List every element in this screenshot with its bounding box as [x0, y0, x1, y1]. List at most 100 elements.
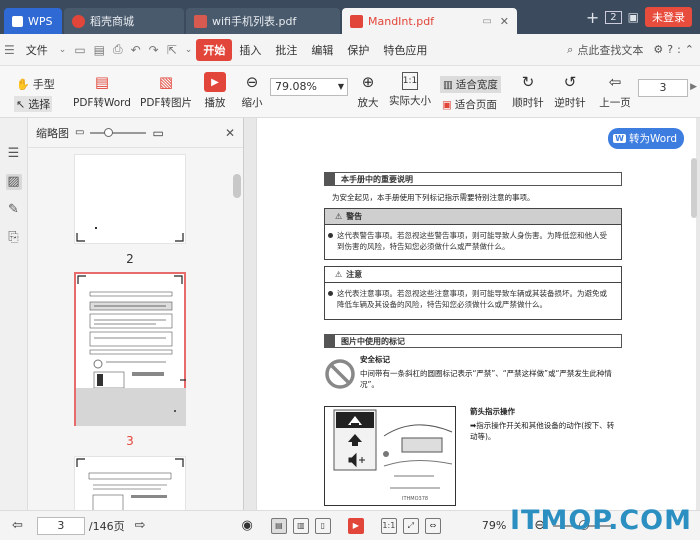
zoom-in-button[interactable]: ⊕ 放大	[356, 72, 380, 110]
pdf-to-image-button[interactable]: ▧ PDF转图片	[140, 72, 192, 110]
book-view-icon[interactable]: ▯	[314, 517, 331, 534]
caution-header: ⚠ 注意	[325, 267, 621, 283]
arrow-left-icon: ⇦	[608, 73, 622, 91]
thumbnail-page-2[interactable]	[74, 154, 186, 244]
arrow-left-icon[interactable]: ⇦	[12, 518, 23, 533]
hand-tool[interactable]: ✋ 手型	[16, 76, 55, 92]
ribbon-scroll-right-icon[interactable]: ▶	[690, 82, 697, 92]
fit-width-icon[interactable]: ⇔	[424, 517, 441, 534]
arrow-right-icon[interactable]: ⇨	[135, 518, 146, 533]
actual-size-icon: 1:1	[402, 72, 418, 90]
annotation-icon[interactable]: ✎	[6, 202, 22, 218]
eye-icon[interactable]: ◉	[242, 518, 253, 533]
pdf-to-image-icon: ▧	[158, 73, 174, 91]
section-title-2: 图片中使用的标记	[341, 336, 405, 346]
status-page-input[interactable]: 3	[36, 516, 85, 535]
scrollbar-thumb[interactable]	[233, 174, 241, 198]
cursor-icon: ↖	[16, 97, 26, 111]
thumbnail-scrollbar[interactable]	[233, 174, 241, 504]
undo-icon[interactable]: ↶	[127, 43, 145, 57]
thumbnail-title: 缩略图	[36, 126, 69, 140]
thumb-small-icon[interactable]: ▭	[75, 127, 84, 138]
menu-insert[interactable]: 插入	[232, 42, 268, 58]
thumbnail-icon[interactable]: ▨	[5, 174, 22, 190]
warning-header: ⚠ 警告	[325, 209, 621, 225]
thumbnail-header: 缩略图 ▭ ▭ ✕	[28, 118, 243, 148]
tab-wps[interactable]: WPS	[4, 8, 62, 34]
play-label: 播放	[204, 97, 226, 109]
select-tool[interactable]: ↖ 选择	[14, 96, 53, 112]
chevron-down-icon[interactable]: ⌄	[55, 45, 71, 55]
prev-page-button[interactable]: ⇦ 上一页	[598, 72, 632, 110]
print-icon[interactable]: ⎙	[109, 42, 127, 57]
fit-page-label: 适合页面	[454, 99, 497, 111]
skin-icon[interactable]: ▣	[628, 10, 639, 24]
help-icon[interactable]: ?	[667, 43, 673, 56]
menu-protect[interactable]: 保护	[340, 42, 376, 58]
more-icon[interactable]: :	[677, 43, 681, 56]
export-icon[interactable]: ⇱	[163, 43, 181, 57]
prohibition-icon	[325, 359, 355, 389]
attachment-icon[interactable]: ⎘	[6, 230, 22, 246]
arrow-operation-text: ➡指示操作开关和其他设备的动作(按下、转动等)。	[470, 420, 620, 442]
login-button[interactable]: 未登录	[645, 7, 692, 27]
text-search[interactable]: ⌕ 点此查找文本 ⚙ ? : ⌃	[567, 42, 700, 58]
rotate-ccw-label: 逆时针	[554, 97, 586, 109]
menu-bar: ☰ 文件 ⌄ ▭ ▤ ⎙ ↶ ↷ ⇱ ⌄ 开始 插入 批注 编辑 保护 特色应用…	[0, 34, 700, 66]
menu-features[interactable]: 特色应用	[376, 42, 434, 58]
collapse-ribbon-icon[interactable]: ⌃	[685, 43, 694, 56]
thumb-large-icon[interactable]: ▭	[152, 126, 163, 140]
actual-size-button[interactable]: 1:1 实际大小	[388, 72, 432, 108]
bullet-dot	[328, 291, 333, 296]
open-folder-icon[interactable]: ▭	[70, 43, 89, 57]
thumbnail-page-3-preview	[76, 275, 186, 426]
rotate-ccw-button[interactable]: ↺ 逆时针	[552, 72, 588, 110]
scrollbar-thumb[interactable]	[691, 158, 697, 218]
rotate-cw-button[interactable]: ↻ 顺时针	[510, 72, 546, 110]
tab-mandint-pdf[interactable]: MandInt.pdf ▭ ✕	[342, 8, 517, 34]
fit-page-icon[interactable]: ⤢	[402, 517, 419, 534]
thumbnail-size-slider[interactable]	[90, 127, 147, 137]
zoom-out-button[interactable]: ⊖ 缩小	[240, 72, 264, 110]
tab-wifi-pdf[interactable]: wifi手机列表.pdf	[186, 8, 340, 34]
status-bar: ⇦ 3 /146页 ⇨ ◉ ▤ ▥ ▯ ▶ 1:1 ⤢ ⇔ 79% ⊖ ITMO…	[0, 505, 700, 540]
chevron-down-icon[interactable]: ⌄	[181, 45, 197, 55]
menu-annotate[interactable]: 批注	[268, 42, 304, 58]
play-button[interactable]: ▶ 播放	[203, 72, 227, 110]
menu-edit[interactable]: 编辑	[304, 42, 340, 58]
single-page-icon[interactable]: ▤	[270, 517, 287, 534]
save-icon[interactable]: ▤	[90, 43, 109, 57]
menu-file[interactable]: 文件	[19, 42, 55, 58]
play-icon: ▶	[204, 72, 226, 92]
window-mode-icon[interactable]: ▭	[482, 16, 491, 27]
thumbnail-page-3[interactable]	[74, 272, 186, 426]
slider-knob[interactable]	[104, 127, 114, 137]
hamburger-icon[interactable]: ☰	[0, 43, 19, 57]
outline-icon[interactable]: ☰	[6, 146, 22, 162]
actual-size-label: 实际大小	[389, 95, 431, 107]
fit-width-button[interactable]: ▥ 适合宽度	[440, 76, 501, 93]
gear-icon[interactable]: ⚙	[653, 43, 663, 56]
tab-count-badge[interactable]: 2	[605, 10, 622, 24]
convert-to-word-button[interactable]: W 转为Word	[608, 128, 684, 149]
redo-icon[interactable]: ↷	[145, 43, 163, 57]
tab-daoke[interactable]: 稻壳商城	[64, 8, 184, 34]
zoom-select[interactable]: 79.08% ▼	[270, 78, 348, 96]
zoom-out-label: 缩小	[241, 97, 263, 109]
pdf-to-word-button[interactable]: ▤ PDF转Word	[72, 72, 132, 110]
menu-start[interactable]: 开始	[196, 38, 233, 61]
search-placeholder: 点此查找文本	[577, 43, 644, 57]
page-number-input[interactable]: 3	[638, 79, 688, 97]
new-tab-icon[interactable]: +	[586, 8, 599, 27]
thumbnail-page-4[interactable]	[74, 456, 186, 510]
warning-triangle-icon: ⚠	[335, 212, 343, 221]
close-icon[interactable]: ✕	[225, 126, 235, 140]
close-tab-icon[interactable]: ✕	[500, 15, 509, 28]
document-scrollbar[interactable]	[691, 118, 697, 510]
document-viewport: 本手册中的重要说明 为安全起见，本手册使用下列标记指示需要特别注意的事项。 ⚠ …	[244, 118, 700, 510]
fit-page-button[interactable]: ▣ 适合页面	[442, 97, 497, 112]
play-icon[interactable]: ▶	[347, 517, 364, 534]
double-page-icon[interactable]: ▥	[292, 517, 309, 534]
actual-size-icon[interactable]: 1:1	[380, 517, 397, 534]
rotate-cw-label: 顺时针	[512, 97, 544, 109]
